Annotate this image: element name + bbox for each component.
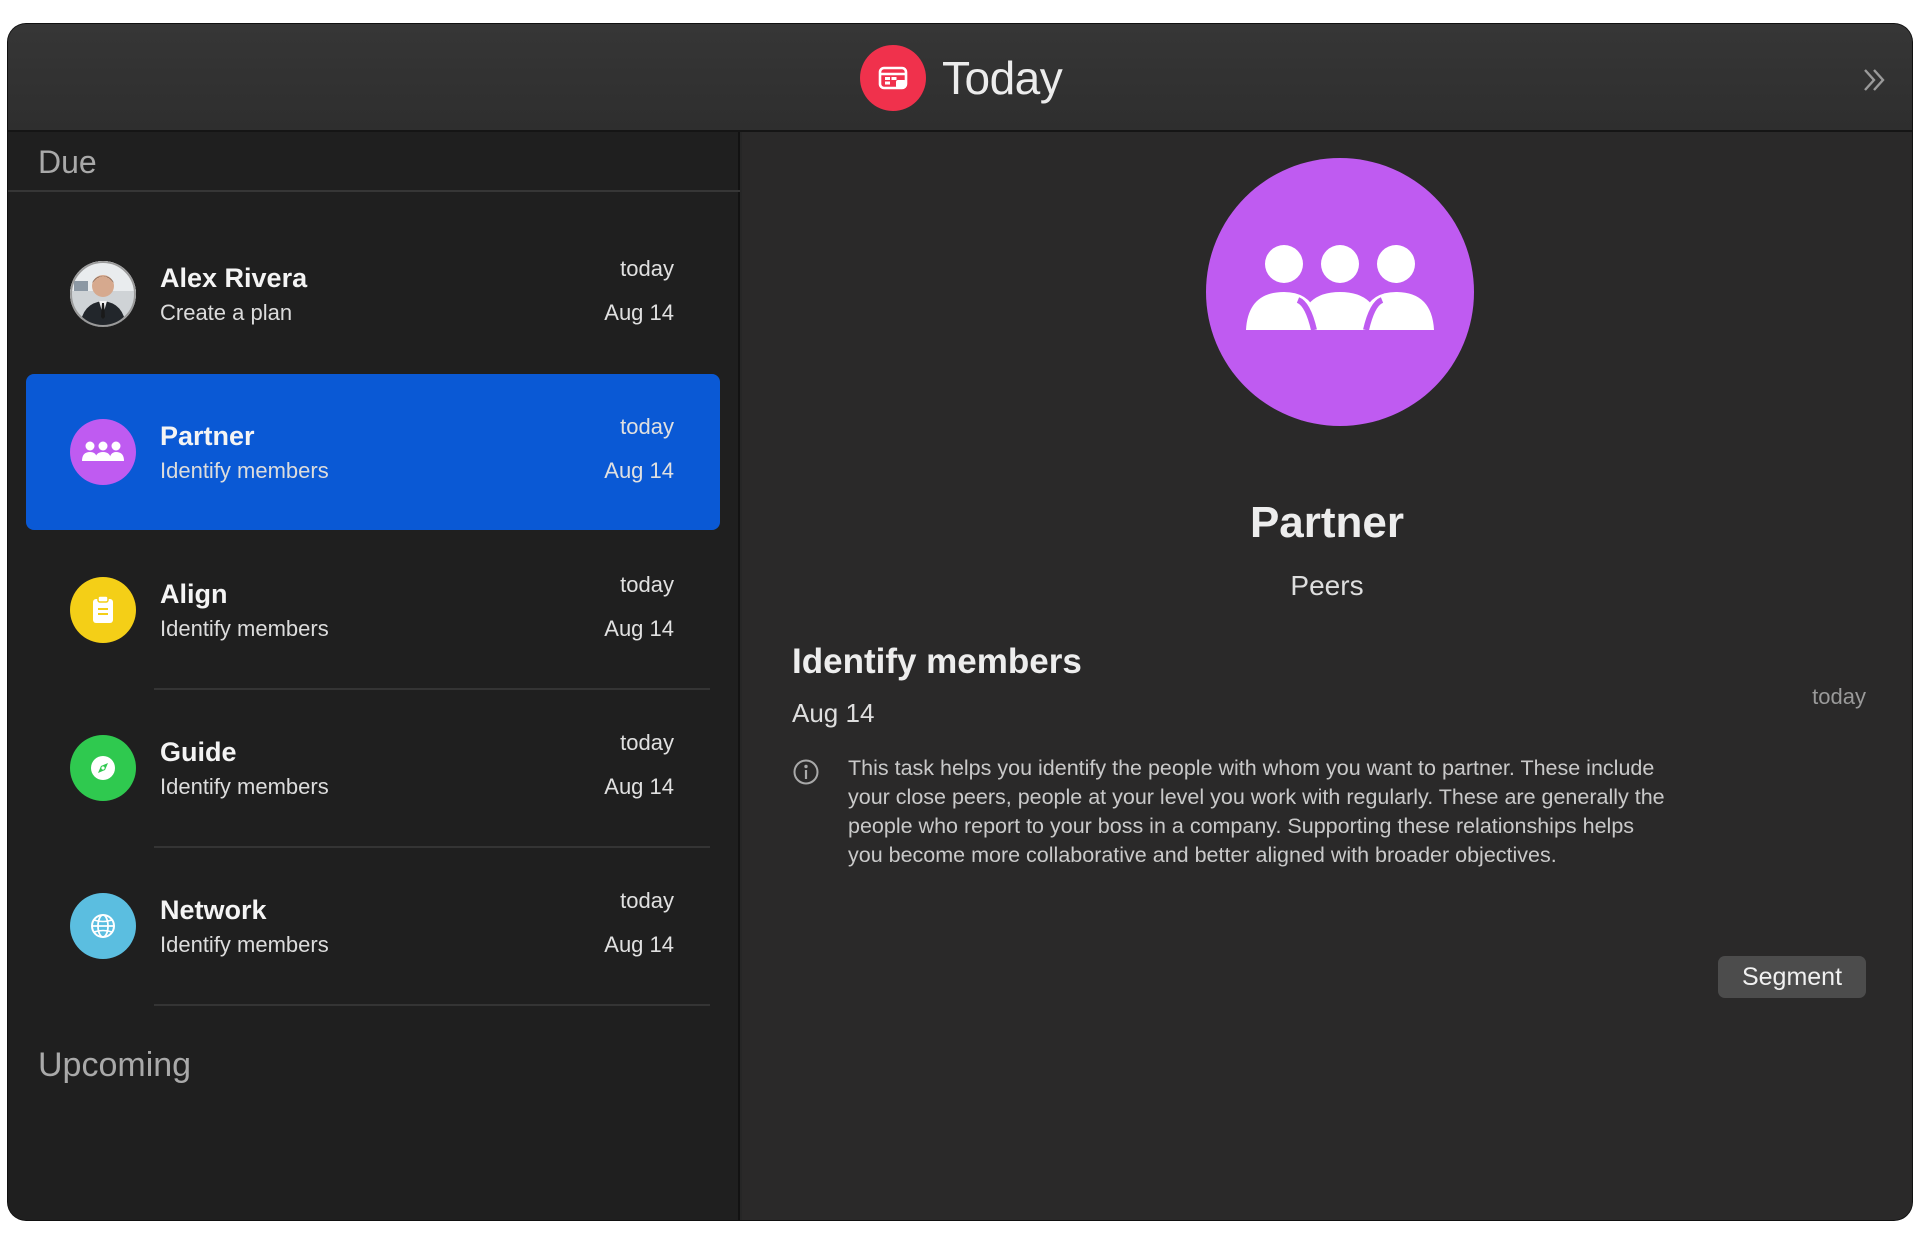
calendar-card-icon <box>860 45 926 111</box>
task-day: today <box>620 256 674 281</box>
upcoming-section-header: Upcoming <box>38 1046 192 1084</box>
chevron-double-right-icon <box>1864 69 1885 91</box>
task-name: Network <box>160 895 267 925</box>
task-subtitle: Create a plan <box>160 300 293 325</box>
task-day: today <box>620 414 674 439</box>
task-date: Aug 14 <box>604 616 674 641</box>
detail-pane: Partner Peers Identify members Aug 14 to… <box>742 132 1912 1220</box>
segment-button[interactable]: Segment <box>1718 956 1866 998</box>
task-name: Align <box>160 579 228 609</box>
info-icon <box>793 759 819 785</box>
task-date: Aug 14 <box>604 932 674 957</box>
row-divider <box>154 1004 710 1006</box>
expand-button[interactable] <box>1854 60 1894 100</box>
task-name: Alex Rivera <box>160 263 308 293</box>
step-title: Identify members <box>792 642 1082 681</box>
clipboard-icon <box>70 577 136 643</box>
task-row-align[interactable]: Align Identify members today Aug 14 <box>26 532 720 688</box>
due-section-header: Due <box>38 144 97 180</box>
task-description: This task helps you identify the people … <box>848 756 1665 867</box>
detail-title: Partner <box>1249 498 1405 547</box>
task-sidebar: Due Alex Rivera Create a plan today Aug … <box>8 132 740 1220</box>
task-row-partner[interactable]: Partner Identify members today Aug 14 <box>26 374 720 530</box>
task-row-alex-rivera[interactable]: Alex Rivera Create a plan today Aug 14 <box>26 216 720 372</box>
task-subtitle: Identify members <box>160 932 329 957</box>
task-day: today <box>620 730 674 755</box>
task-name: Guide <box>160 737 237 767</box>
title-bar: Today <box>8 24 1912 132</box>
task-date: Aug 14 <box>604 300 674 325</box>
task-name: Partner <box>160 421 255 451</box>
task-row-guide[interactable]: Guide Identify members today Aug 14 <box>26 690 720 846</box>
group-icon <box>1206 158 1474 426</box>
app-window: Today Due Alex Rivera Create a plan toda… <box>8 24 1912 1220</box>
window-title: Today <box>942 52 1063 104</box>
task-day: today <box>620 572 674 597</box>
task-subtitle: Identify members <box>160 774 329 799</box>
detail-subtitle: Peers <box>1290 570 1364 601</box>
step-day: today <box>1812 684 1866 709</box>
task-date: Aug 14 <box>604 458 674 483</box>
task-subtitle: Identify members <box>160 616 329 641</box>
group-icon <box>70 419 136 485</box>
task-row-network[interactable]: Network Identify members today Aug 14 <box>26 848 720 1004</box>
task-subtitle: Identify members <box>160 458 329 483</box>
compass-icon <box>70 735 136 801</box>
person-photo-avatar <box>70 261 136 327</box>
step-date: Aug 14 <box>792 698 875 728</box>
section-divider <box>8 190 740 192</box>
task-date: Aug 14 <box>604 774 674 799</box>
globe-icon <box>70 893 136 959</box>
task-day: today <box>620 888 674 913</box>
title-group: Today <box>860 44 1063 112</box>
